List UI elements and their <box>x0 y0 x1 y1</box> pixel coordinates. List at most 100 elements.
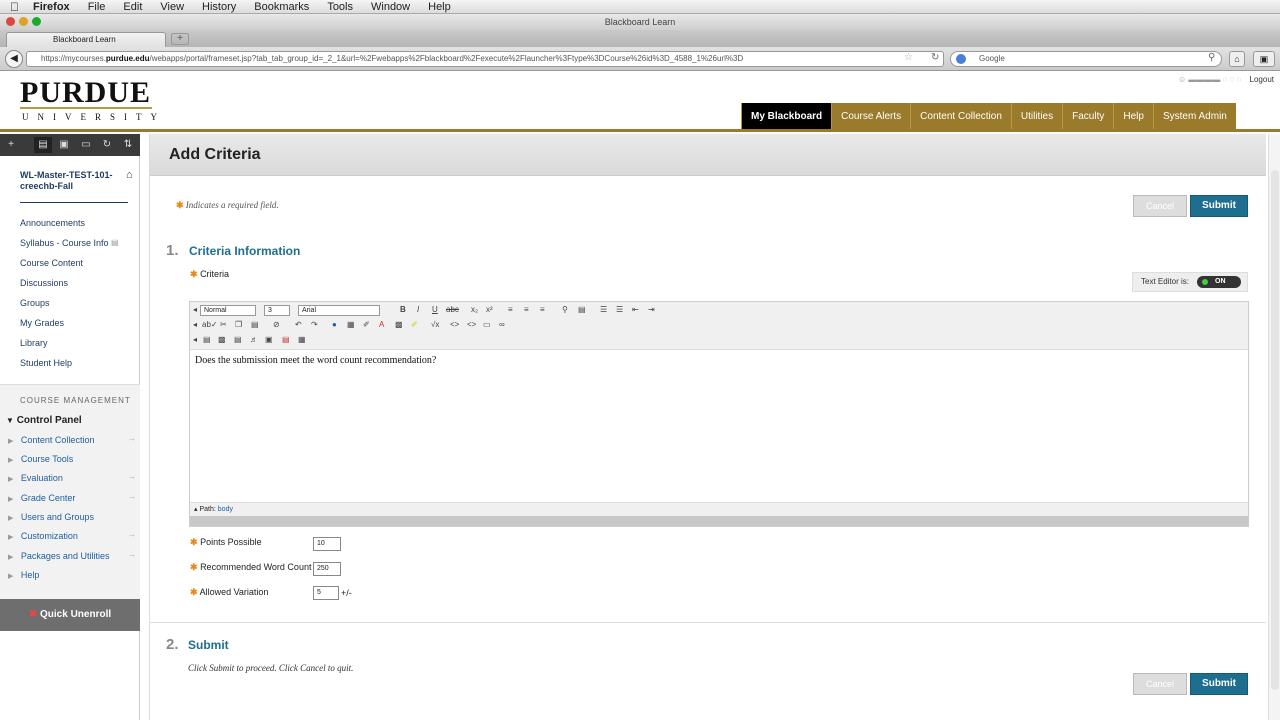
sort-icon[interactable]: ⇅ <box>119 137 137 153</box>
apple-icon[interactable]:  <box>10 0 19 14</box>
wordcount-input[interactable]: 250 <box>313 562 341 576</box>
cp-item-evaluation[interactable]: ▶ Evaluation <box>8 473 63 483</box>
path-value[interactable]: body <box>218 506 233 513</box>
home-icon[interactable]: ⌂ <box>126 169 133 181</box>
tab-course-alerts[interactable]: Course Alerts <box>831 103 911 130</box>
course-title[interactable]: WL-Master-TEST-101-creechb-Fall <box>20 170 120 192</box>
sidebar-item-course-content[interactable]: Course Content <box>20 258 83 268</box>
font-select[interactable]: Arial <box>298 305 380 316</box>
sidebar-item-groups[interactable]: Groups <box>20 298 50 308</box>
tab-faculty[interactable]: Faculty <box>1062 103 1114 130</box>
menu-app-firefox[interactable]: Firefox <box>33 1 70 13</box>
zoom-window-button[interactable] <box>32 17 41 26</box>
home-icon[interactable]: ⌂ <box>1229 51 1245 67</box>
close-window-button[interactable] <box>6 17 15 26</box>
purdue-logo[interactable]: PURDUE <box>20 76 151 110</box>
menu-view[interactable]: View <box>160 1 184 13</box>
table-icon[interactable]: ▦ <box>347 320 355 329</box>
strikethrough-icon[interactable]: abc <box>446 305 459 314</box>
italic-icon[interactable]: I <box>417 305 419 314</box>
control-panel-header[interactable]: ▼ Control Panel <box>6 415 82 426</box>
list-view-icon[interactable]: ▤ <box>34 137 52 153</box>
search-input[interactable]: Google <box>950 51 1222 67</box>
mashup-icon[interactable]: ∞ <box>499 320 505 329</box>
search-icon[interactable]: ⚲ <box>1208 52 1215 63</box>
bullet-list-icon[interactable]: ☰ <box>616 305 623 314</box>
new-tab-button[interactable]: + <box>171 33 189 45</box>
tab-content-collection[interactable]: Content Collection <box>910 103 1011 130</box>
arrow-right-icon[interactable]: → <box>128 530 136 539</box>
cp-item-course-tools[interactable]: ▶ Course Tools <box>8 454 73 464</box>
collapse-toolbar-icon[interactable]: ◂ <box>193 305 197 314</box>
insert-flash-icon[interactable]: ▤ <box>282 335 290 344</box>
subscript-icon[interactable]: x₂ <box>471 305 478 314</box>
cp-item-help[interactable]: ▶ Help <box>8 570 39 580</box>
cancel-button[interactable]: Cancel <box>1133 195 1187 217</box>
cp-item-customization[interactable]: ▶ Customization <box>8 531 78 541</box>
menu-tools[interactable]: Tools <box>327 1 353 13</box>
cp-item-packages-and-utilities[interactable]: ▶ Packages and Utilities <box>8 551 109 561</box>
sidebar-item-my-grades[interactable]: My Grades <box>20 318 64 328</box>
logout-link[interactable]: Logout <box>1250 75 1274 84</box>
tab-utilities[interactable]: Utilities <box>1010 103 1063 130</box>
user-icon[interactable]: ☺ <box>1178 75 1186 84</box>
collapse-toolbar-icon[interactable]: ◂ <box>193 320 197 329</box>
page-scrollbar[interactable] <box>1268 134 1280 720</box>
menu-help[interactable]: Help <box>428 1 451 13</box>
text-color-icon[interactable]: A <box>379 320 384 329</box>
undo-icon[interactable]: ↶ <box>295 320 302 329</box>
fullscreen-icon[interactable]: ▭ <box>483 320 491 329</box>
superscript-icon[interactable]: x² <box>486 305 493 314</box>
format-select[interactable]: Normal <box>200 305 256 316</box>
extension-icon[interactable]: ▣ <box>1253 51 1275 67</box>
folder-view-icon[interactable]: ▣ <box>55 137 73 153</box>
scrollbar-thumb[interactable] <box>1271 170 1279 690</box>
sidebar-item-discussions[interactable]: Discussions <box>20 278 68 288</box>
cp-item-grade-center[interactable]: ▶ Grade Center <box>8 493 75 503</box>
copy-icon[interactable]: ❐ <box>235 320 242 329</box>
redo-icon[interactable]: ↷ <box>311 320 318 329</box>
html-icon[interactable]: <> <box>450 320 459 329</box>
spellcheck-icon[interactable]: ab✓ <box>202 320 218 329</box>
collapse-toolbar-icon[interactable]: ◂ <box>193 335 197 344</box>
link-icon[interactable]: ● <box>332 320 337 329</box>
indent-icon[interactable]: ⇥ <box>648 305 655 314</box>
arrow-right-icon[interactable]: → <box>128 434 136 443</box>
tab-help[interactable]: Help <box>1113 103 1153 130</box>
arrow-right-icon[interactable]: → <box>128 550 136 559</box>
variation-input[interactable]: 5 <box>313 586 339 600</box>
sidebar-item-student-help[interactable]: Student Help <box>20 358 72 368</box>
image-icon[interactable]: ▩ <box>395 320 403 329</box>
bookmark-star-icon[interactable]: ☆ <box>904 52 913 63</box>
text-editor-toggle[interactable]: ON <box>1197 276 1241 288</box>
align-center-icon[interactable]: ≡ <box>524 305 529 314</box>
cut-icon[interactable]: ✂ <box>220 320 227 329</box>
sidebar-item-announcements[interactable]: Announcements <box>20 218 85 228</box>
insert-template-icon[interactable]: ▦ <box>298 335 306 344</box>
add-menu-item-icon[interactable]: + <box>2 137 20 153</box>
outdent-icon[interactable]: ⇤ <box>632 305 639 314</box>
editor-resize-handle[interactable] <box>190 516 1248 526</box>
insert-image-icon[interactable]: ▩ <box>218 335 226 344</box>
editor-content[interactable]: Does the submission meet the word count … <box>195 355 436 366</box>
bold-icon[interactable]: B <box>400 305 406 314</box>
window-icon[interactable]: ▭ <box>77 137 95 153</box>
arrow-right-icon[interactable]: → <box>128 492 136 501</box>
insert-media-icon[interactable]: ▤ <box>234 335 242 344</box>
menu-history[interactable]: History <box>202 1 236 13</box>
points-input[interactable]: 10 <box>313 537 341 551</box>
insert-audio-icon[interactable]: ♬ <box>250 335 258 344</box>
find-icon[interactable]: ⚲ <box>562 305 568 314</box>
insert-video-icon[interactable]: ▣ <box>265 335 273 344</box>
submit-button[interactable]: Submit <box>1190 195 1248 217</box>
attach-file-icon[interactable]: ▤ <box>203 335 211 344</box>
back-button[interactable]: ◀ <box>5 50 23 68</box>
sidebar-item-syllabus[interactable]: Syllabus - Course Info <box>20 238 109 248</box>
align-left-icon[interactable]: ≡ <box>508 305 513 314</box>
replace-icon[interactable]: ▤ <box>578 305 586 314</box>
highlight-icon[interactable]: ✐ <box>363 320 370 329</box>
marker-icon[interactable]: ✐ <box>411 320 418 329</box>
underline-icon[interactable]: U <box>432 305 438 314</box>
cp-item-content-collection[interactable]: ▶ Content Collection <box>8 435 94 445</box>
size-select[interactable]: 3 <box>264 305 290 316</box>
